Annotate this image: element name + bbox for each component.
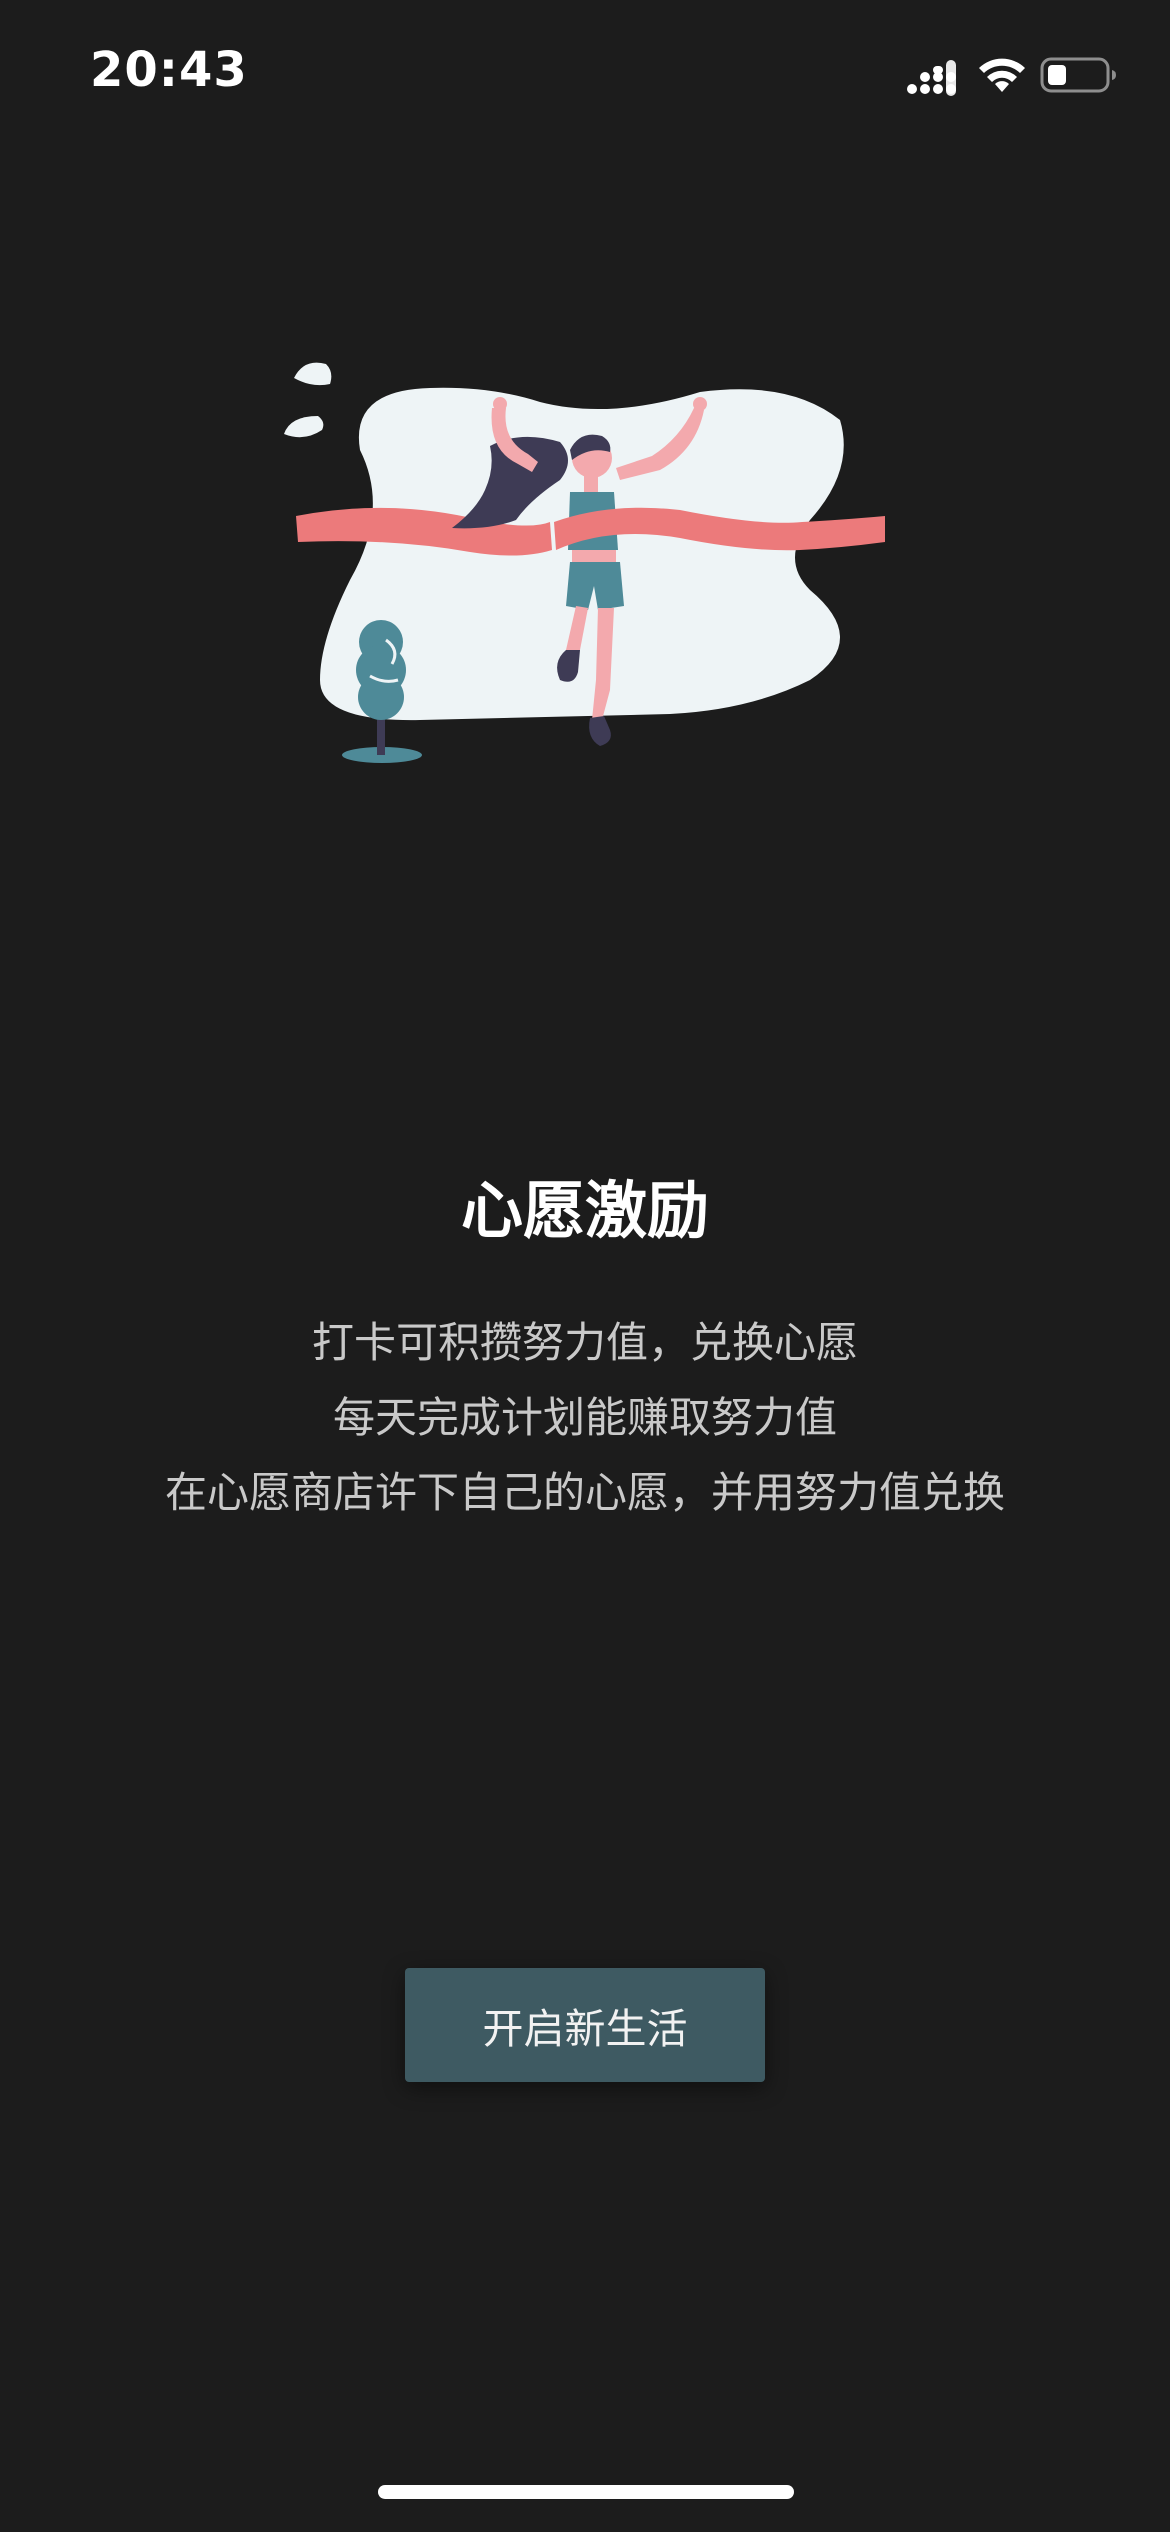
leaf-shape [284,416,324,438]
description-line: 在心愿商店许下自己的心愿，并用努力值兑换 [164,1468,1005,1517]
signal-icon [907,60,956,96]
status-icons [906,52,1116,96]
wifi-icon [979,58,1025,92]
page-title: 心愿激励 [460,1174,709,1247]
runner-illustration [284,362,885,763]
battery-icon [1040,57,1116,93]
description-line: 每天完成计划能赚取努力值 [332,1393,837,1442]
start-new-life-button[interactable]: 开启新生活 [405,1968,765,2082]
description-line: 打卡可积攒努力值，兑换心愿 [311,1318,858,1367]
onboarding-illustration [280,350,900,780]
status-bar: 20:43 [0,0,1170,140]
description: 打卡可积攒努力值，兑换心愿 每天完成计划能赚取努力值 在心愿商店许下自己的心愿，… [0,1305,1170,1530]
leaf-shape [294,362,332,386]
status-time: 20:43 [90,42,248,98]
home-indicator[interactable] [378,2485,794,2499]
